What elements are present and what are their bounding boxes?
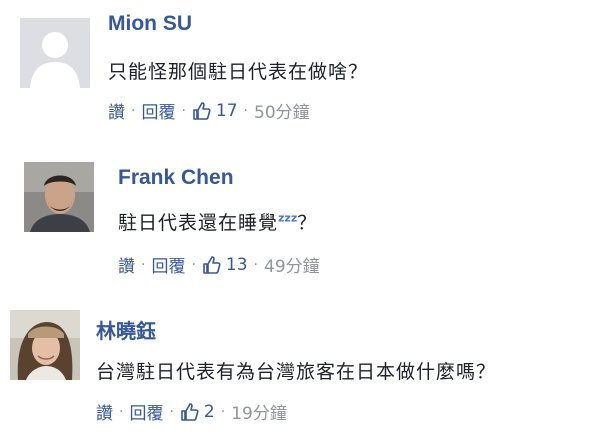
separator: · [220,403,226,420]
thumbs-up-icon[interactable] [180,402,200,422]
comment: Frank Chen 駐日代表還在睡覺zzz？ 讚 · 回覆 · 13 · 49… [0,150,600,290]
reply-link[interactable]: 回覆 [129,399,163,424]
comment-author[interactable]: Frank Chen [118,166,234,190]
comment-actions: 讚 · 回覆 · 13 · 49分鐘 [118,252,320,278]
like-count[interactable]: 2 [204,402,215,422]
comment-actions: 讚 · 回覆 · 2 · 19分鐘 [96,399,287,425]
avatar[interactable] [20,18,90,88]
comment-text: 台灣駐日代表有為台灣旅客在日本做什麼嗎？ [96,361,497,383]
timestamp[interactable]: 49分鐘 [264,252,320,277]
separator: · [191,256,196,273]
like-count[interactable]: 13 [226,255,248,275]
default-avatar-icon [20,18,90,88]
thumbs-up-icon[interactable] [202,255,222,275]
comment-text-row: 駐日代表還在睡覺zzz？ [118,208,317,235]
avatar[interactable] [10,310,80,380]
timestamp[interactable]: 19分鐘 [231,399,287,424]
comment: 林曉鈺 台灣駐日代表有為台灣旅客在日本做什麼嗎？ 讚 · 回覆 · 2 · 19… [0,295,600,435]
like-count[interactable]: 17 [216,101,238,121]
reply-link[interactable]: 回覆 [141,98,175,123]
separator: · [119,403,124,420]
timestamp[interactable]: 50分鐘 [254,98,310,123]
like-link[interactable]: 讚 [118,252,135,277]
reply-link[interactable]: 回覆 [151,252,185,277]
comment-author[interactable]: Mion SU [108,12,192,36]
woman-photo-icon [10,310,80,380]
sleep-zzz-emoji: zzz [278,211,298,225]
comment-text: 駐日代表還在睡覺 [118,212,279,234]
separator: · [141,256,146,273]
separator: · [253,256,258,273]
separator: · [243,102,248,119]
separator: · [181,102,186,119]
like-link[interactable]: 讚 [96,399,113,424]
comment-actions: 讚 · 回覆 · 17 · 50分鐘 [108,98,310,124]
thumbs-up-icon[interactable] [192,101,212,121]
avatar[interactable] [24,162,94,232]
like-link[interactable]: 讚 [108,98,125,123]
separator: · [131,102,136,119]
comment-text: 只能怪那個駐日代表在做啥？ [108,61,369,83]
comment: Mion SU 只能怪那個駐日代表在做啥？ 讚 · 回覆 · 17 · 50分鐘 [0,0,600,140]
comment-author[interactable]: 林曉鈺 [96,315,156,344]
man-photo-icon [24,162,94,232]
comment-text-suffix: ？ [297,212,318,234]
separator: · [169,403,174,420]
